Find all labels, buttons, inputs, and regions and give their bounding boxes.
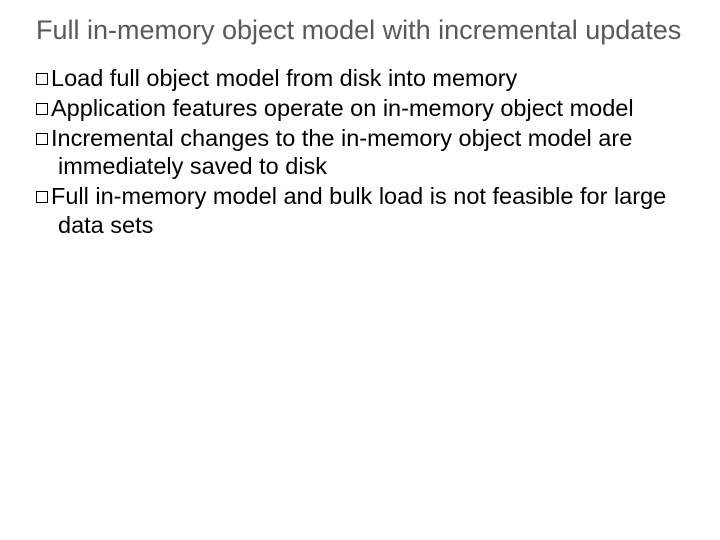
list-item: Full in-memory model and bulk load is no… bbox=[36, 182, 684, 239]
bullet-text: Incremental changes to the in-memory obj… bbox=[51, 125, 632, 180]
bullet-text: Full in-memory model and bulk load is no… bbox=[51, 183, 666, 238]
bullet-text: Load full object model from disk into me… bbox=[51, 65, 517, 91]
checkbox-icon bbox=[36, 103, 48, 115]
slide: Full in-memory object model with increme… bbox=[0, 0, 720, 540]
list-item: Incremental changes to the in-memory obj… bbox=[36, 124, 684, 181]
list-item: Load full object model from disk into me… bbox=[36, 64, 684, 93]
bullet-list: Load full object model from disk into me… bbox=[36, 64, 684, 239]
checkbox-icon bbox=[36, 73, 48, 85]
slide-title: Full in-memory object model with increme… bbox=[36, 14, 684, 46]
bullet-text: Application features operate on in-memor… bbox=[51, 95, 634, 121]
checkbox-icon bbox=[36, 191, 48, 203]
list-item: Application features operate on in-memor… bbox=[36, 94, 684, 123]
checkbox-icon bbox=[36, 133, 48, 145]
